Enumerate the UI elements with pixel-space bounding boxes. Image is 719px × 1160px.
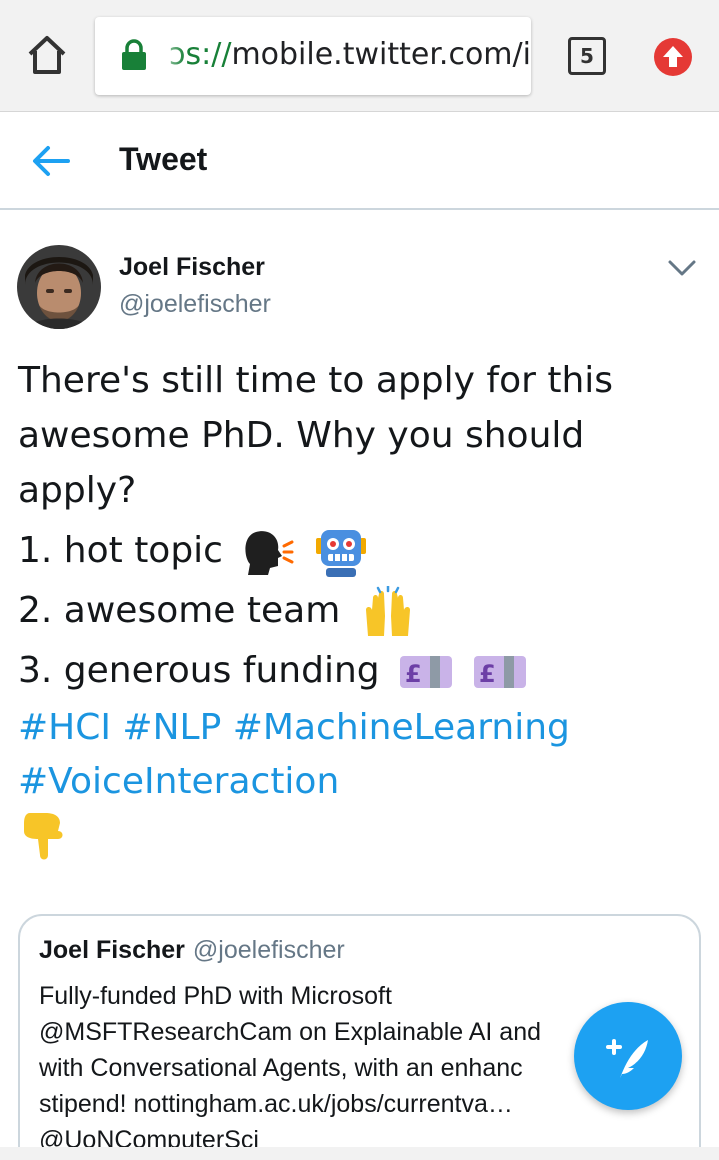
quoted-author-handle: @joelefischer [192, 936, 345, 964]
chevron-down-icon [668, 260, 696, 276]
update-icon [663, 46, 683, 67]
address-bar[interactable]: ɔs://mobile.twitter.com/i [95, 17, 531, 95]
list-item: 1. hot topic [18, 521, 708, 581]
list-item: 2. awesome team [18, 581, 708, 641]
list-item: 3. generous funding £ £ [18, 641, 708, 701]
back-arrow-icon [33, 146, 70, 176]
avatar-image [17, 245, 101, 329]
bottom-edge [0, 1147, 719, 1160]
tweet-line: apply? [18, 470, 137, 511]
tweet-line: awesome PhD. Why you should [18, 415, 585, 456]
author-handle[interactable]: @joelefischer [119, 290, 271, 319]
hashtag-line[interactable]: #VoiceInteraction [18, 755, 708, 809]
author-name[interactable]: Joel Fischer [119, 253, 265, 282]
robot-emoji [315, 530, 366, 577]
pound-banknote-emoji: £ [473, 656, 526, 688]
page-title: Tweet [119, 141, 208, 177]
home-button[interactable] [26, 34, 68, 76]
url-text: ɔs://mobile.twitter.com/i [169, 37, 531, 72]
update-button[interactable] [654, 38, 692, 76]
tab-switcher-button[interactable]: 5 [568, 37, 606, 75]
trailing-emoji-line [18, 809, 708, 864]
compose-tweet-icon [606, 1039, 648, 1078]
list-item-text: 1. hot topic [18, 530, 223, 571]
quoted-author-name: Joel Fischer [39, 936, 185, 964]
hashtag-line[interactable]: #HCI #NLP #MachineLearning [18, 701, 708, 755]
pointing-down-emoji [24, 813, 63, 860]
svg-text:£: £ [405, 660, 422, 688]
svg-text:£: £ [479, 660, 496, 688]
tweet-options-button[interactable] [666, 256, 698, 280]
pound-banknote-emoji: £ [400, 656, 453, 688]
compose-tweet-button[interactable] [574, 1002, 682, 1110]
avatar[interactable] [17, 245, 101, 329]
tab-count: 5 [580, 44, 594, 68]
back-button[interactable] [30, 143, 74, 179]
url-fade [151, 17, 185, 95]
quoted-tweet-header: Joel Fischer @joelefischer [39, 936, 345, 965]
list-item-text: 2. awesome team [18, 590, 341, 631]
speaking-head-emoji [245, 531, 294, 575]
raising-hands-emoji [365, 586, 410, 636]
tweet-line: There's still time to apply for this [18, 360, 614, 401]
lock-icon [122, 39, 146, 70]
list-item-text: 3. generous funding [18, 650, 380, 691]
browser-toolbar: ɔs://mobile.twitter.com/i 5 [0, 0, 719, 112]
tweet-header: Tweet [0, 113, 719, 210]
home-icon [28, 36, 66, 74]
url-host: mobile.twitter.com/i [231, 37, 531, 72]
tweet-text: There's still time to apply for this awe… [18, 356, 708, 864]
